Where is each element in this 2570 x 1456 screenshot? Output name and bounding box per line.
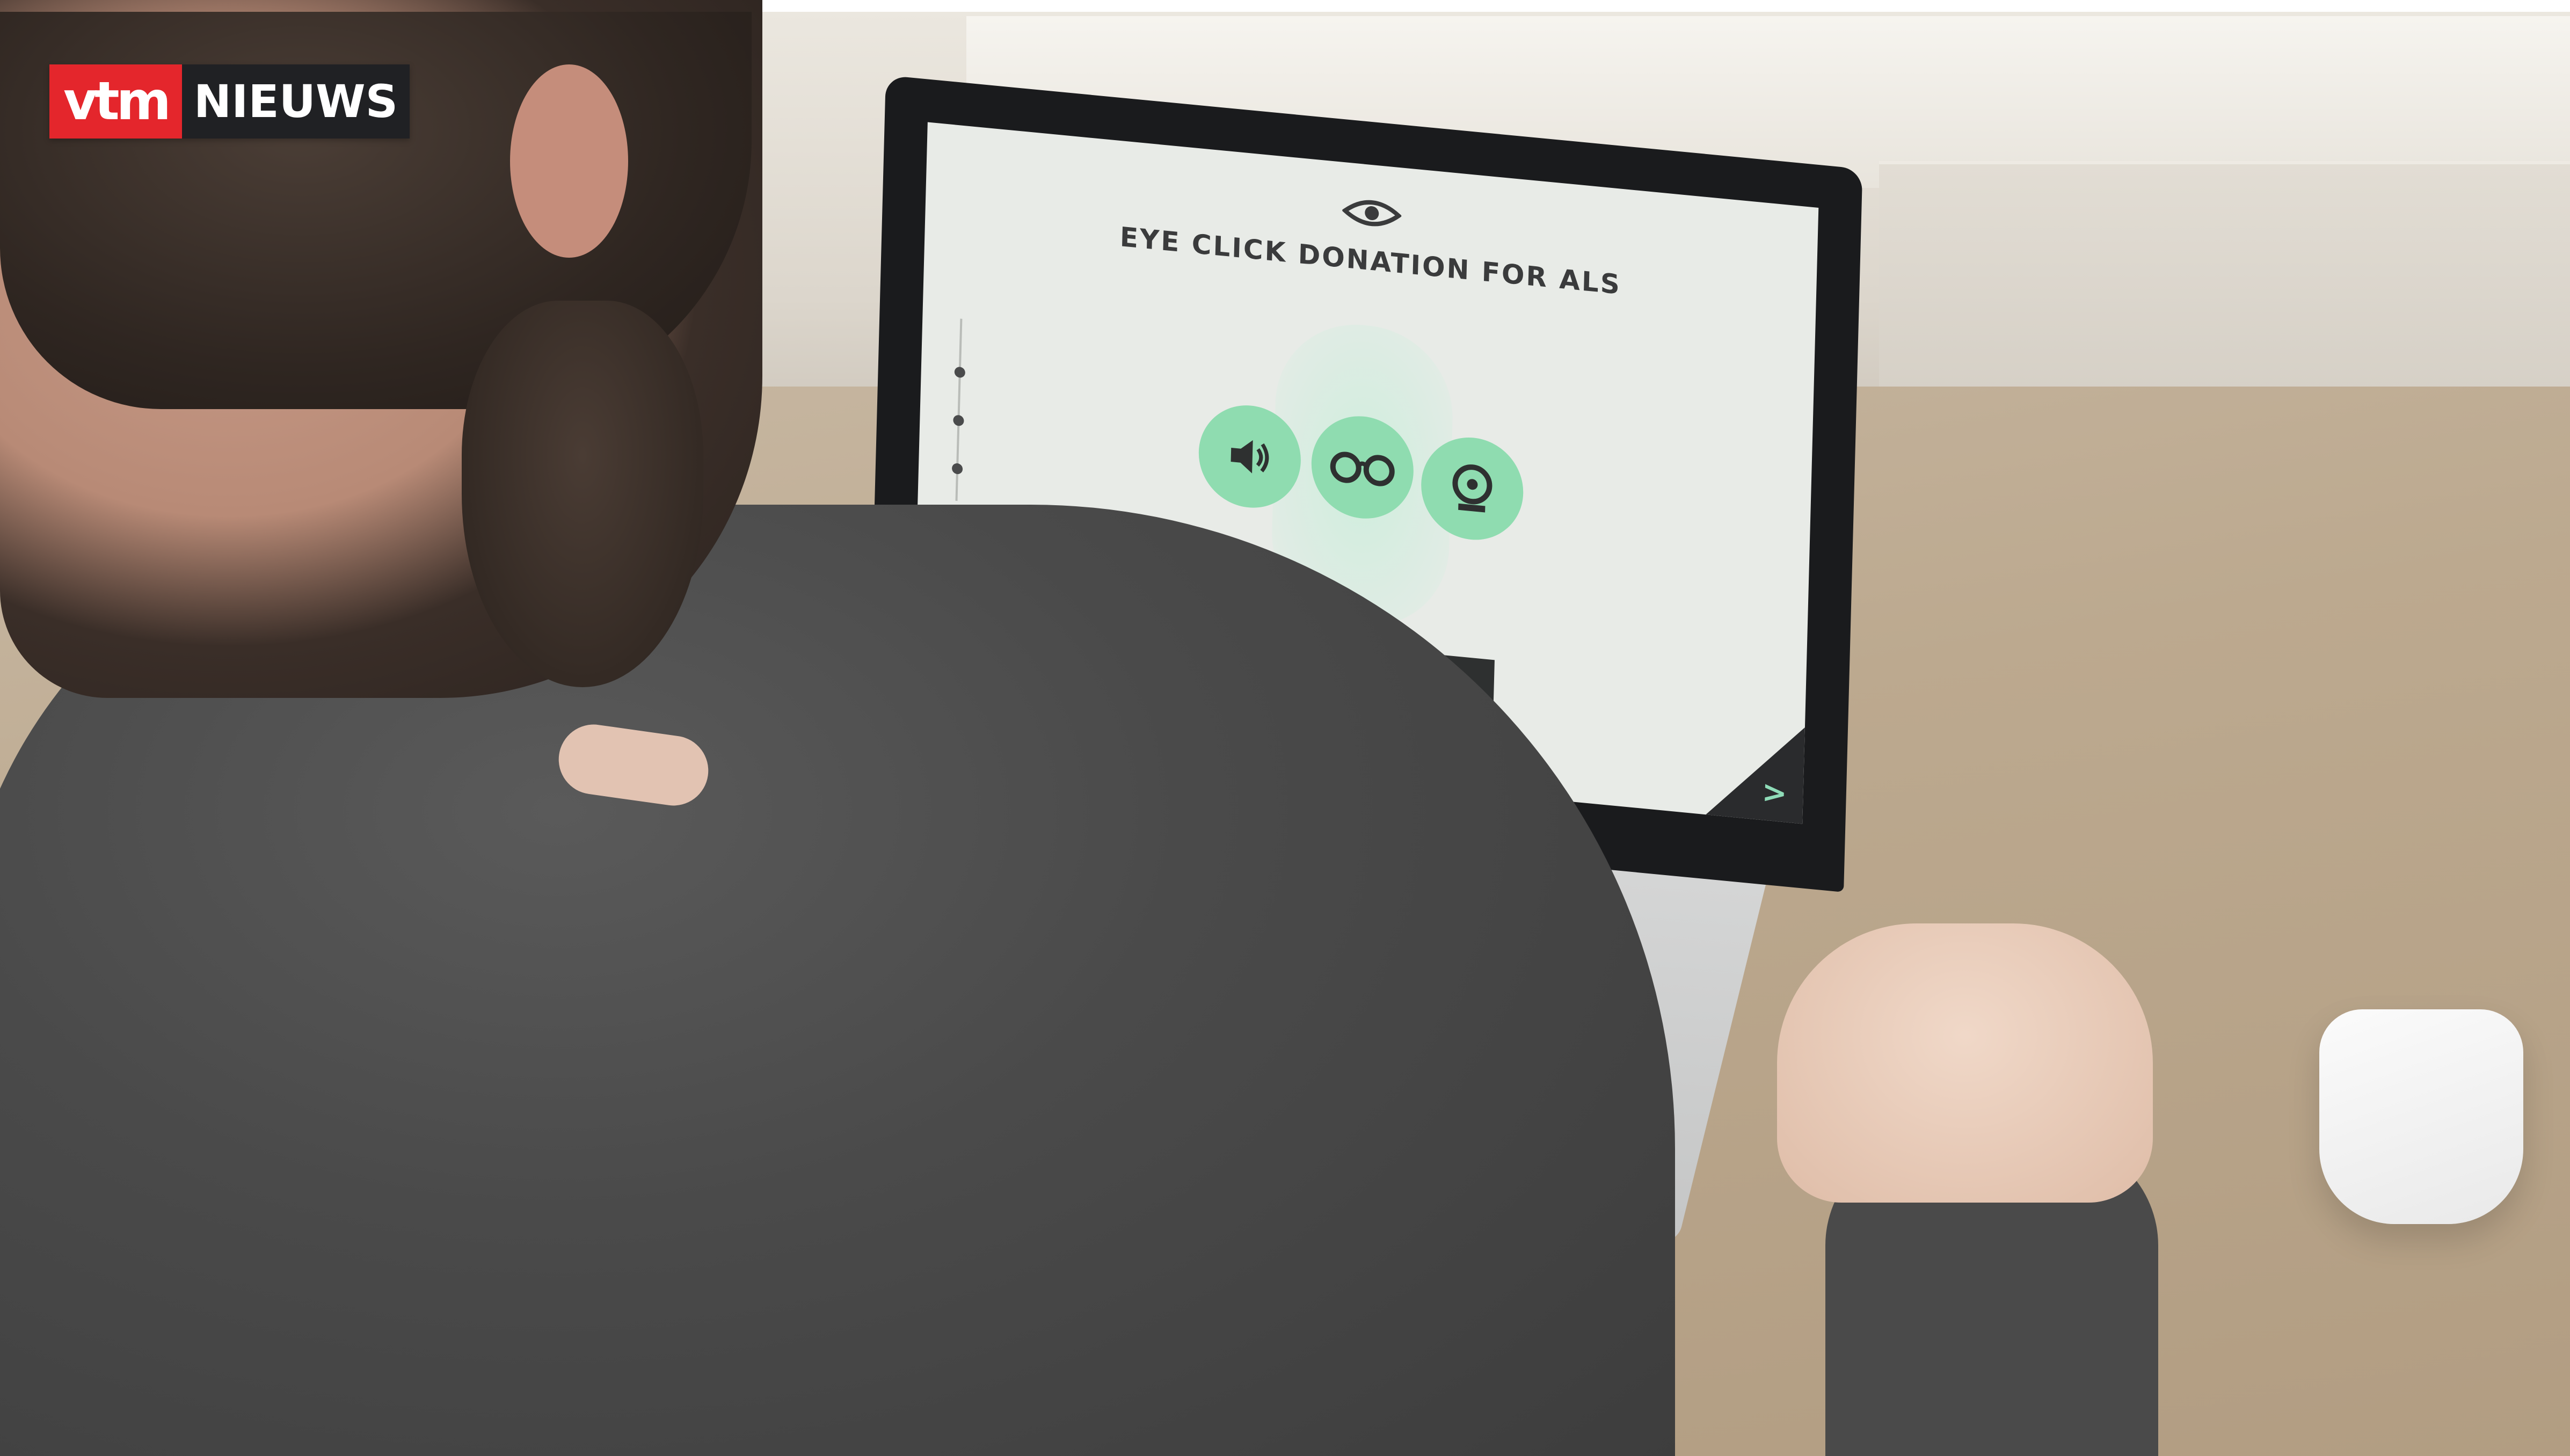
next-corner [1706,718,1805,824]
step-dot [953,414,964,427]
magic-mouse [2319,1009,2523,1224]
next-button[interactable]: > [1761,774,1788,811]
person-beard [462,301,703,687]
broadcaster-logo: vtm NIEUWS [49,64,410,139]
step-dot [954,366,966,378]
speaker-icon [1231,440,1269,474]
webcam-icon [1452,464,1493,513]
right-hand [1777,923,2153,1203]
step-dot [951,463,963,475]
eye-icon [1342,200,1402,227]
logo-brand: vtm [49,64,182,139]
step-indicator [951,318,1049,509]
person-ear [510,64,628,258]
photo-scene: EYE CLICK DONATION FOR ALS > vtm NIEUWS [0,0,2570,1456]
logo-label: NIEUWS [181,64,410,139]
glasses-icon [1330,452,1395,486]
